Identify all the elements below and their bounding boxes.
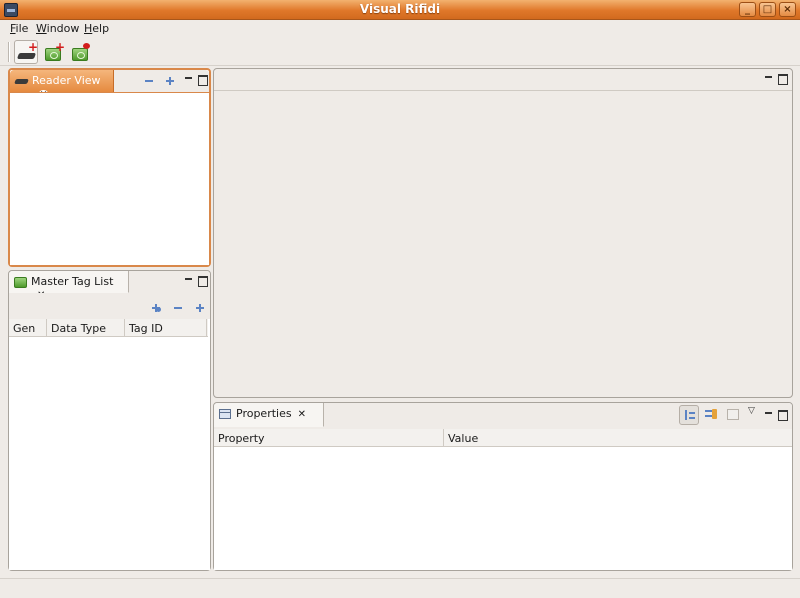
restore-default-icon[interactable] (727, 409, 739, 420)
column-header-gen[interactable]: Gen (9, 319, 47, 337)
menu-bar: File Window Help (0, 20, 800, 38)
reader-view-panel: Reader View✕ (8, 68, 211, 267)
menu-help[interactable]: Help (84, 22, 109, 35)
show-advanced-icon[interactable] (704, 408, 718, 422)
column-header-property[interactable]: Property (214, 429, 444, 447)
remove-tag-small-icon[interactable] (173, 303, 183, 313)
editor-area-header (214, 69, 792, 91)
close-tab-icon[interactable]: ✕ (298, 409, 306, 420)
master-tag-list-title: Master Tag List (31, 275, 114, 288)
remove-tag-icon (72, 48, 88, 61)
minimize-view-icon[interactable] (184, 74, 194, 84)
reader-view-header: Reader View✕ (10, 70, 209, 101)
properties-icon (218, 407, 233, 421)
window-title: Visual Rifidi (359, 2, 441, 16)
tag-list-toolbar (9, 293, 210, 319)
properties-table-header: Property Value (214, 429, 792, 447)
properties-table-body[interactable] (214, 448, 792, 570)
add-tag-small-icon[interactable] (195, 303, 205, 313)
toolbar-grip[interactable] (8, 42, 10, 62)
minimize-view-icon[interactable] (764, 409, 774, 419)
tab-master-tag-list[interactable]: Master Tag List✕ (9, 271, 129, 301)
remove-badge-icon (83, 43, 90, 49)
add-tag-dot-icon (156, 307, 161, 312)
column-header-value[interactable]: Value (444, 429, 790, 447)
maximize-view-icon[interactable] (198, 275, 208, 287)
tag-icon (13, 275, 28, 289)
minimize-window-button[interactable]: _ (739, 2, 756, 17)
reader-view-title: Reader View (32, 74, 101, 87)
remove-reader-icon[interactable] (144, 76, 154, 86)
maximize-view-icon[interactable] (778, 409, 788, 421)
maximize-view-icon[interactable] (198, 74, 208, 86)
remove-tag-button[interactable] (68, 40, 92, 64)
reader-icon (14, 74, 29, 88)
toolbar: + + (0, 38, 800, 66)
categories-icon (685, 410, 687, 420)
properties-panel: Properties ✕ ▽ Property Value (213, 402, 793, 571)
plus-badge-icon: + (55, 40, 66, 54)
tab-properties[interactable]: Properties ✕ (214, 403, 324, 427)
column-header-tag-id[interactable]: Tag ID (125, 319, 207, 337)
add-reader-button[interactable]: + (14, 40, 38, 64)
column-header-data-type[interactable]: Data Type (47, 319, 125, 337)
menu-window[interactable]: Window (36, 22, 79, 35)
tab-reader-view[interactable]: Reader View✕ (10, 70, 114, 101)
plus-badge-icon: + (28, 40, 39, 54)
view-menu-icon[interactable]: ▽ (748, 406, 755, 416)
add-tag-button[interactable]: + (41, 40, 65, 64)
add-reader-small-icon[interactable] (165, 76, 175, 86)
menu-file[interactable]: File (10, 22, 28, 35)
menu-help-label: elp (92, 22, 110, 35)
properties-title: Properties (236, 407, 292, 420)
status-bar (0, 578, 800, 598)
editor-area (213, 68, 793, 398)
properties-header: Properties ✕ ▽ (214, 403, 792, 429)
tag-table-body[interactable] (9, 338, 210, 570)
close-window-button[interactable]: × (779, 2, 796, 17)
categories-line-icon (689, 417, 695, 419)
menu-window-mnemonic: W (36, 22, 47, 35)
master-tag-list-panel: Master Tag List✕ Gen Data Type Tag ID (8, 270, 211, 571)
show-categories-button[interactable] (679, 405, 699, 425)
menu-window-label: indow (46, 22, 80, 35)
editor-divider (214, 90, 792, 91)
tag-table-header: Gen Data Type Tag ID (9, 319, 208, 337)
title-bar: Visual Rifidi _ □ × (0, 0, 800, 20)
minimize-editor-icon[interactable] (764, 73, 774, 83)
menu-file-label: ile (15, 22, 29, 35)
minimize-view-icon[interactable] (184, 275, 194, 285)
reader-view-content (10, 92, 209, 265)
maximize-editor-icon[interactable] (778, 73, 788, 85)
categories-line-icon (689, 412, 695, 414)
maximize-window-button[interactable]: □ (759, 2, 776, 17)
master-tag-list-header: Master Tag List✕ (9, 271, 210, 301)
